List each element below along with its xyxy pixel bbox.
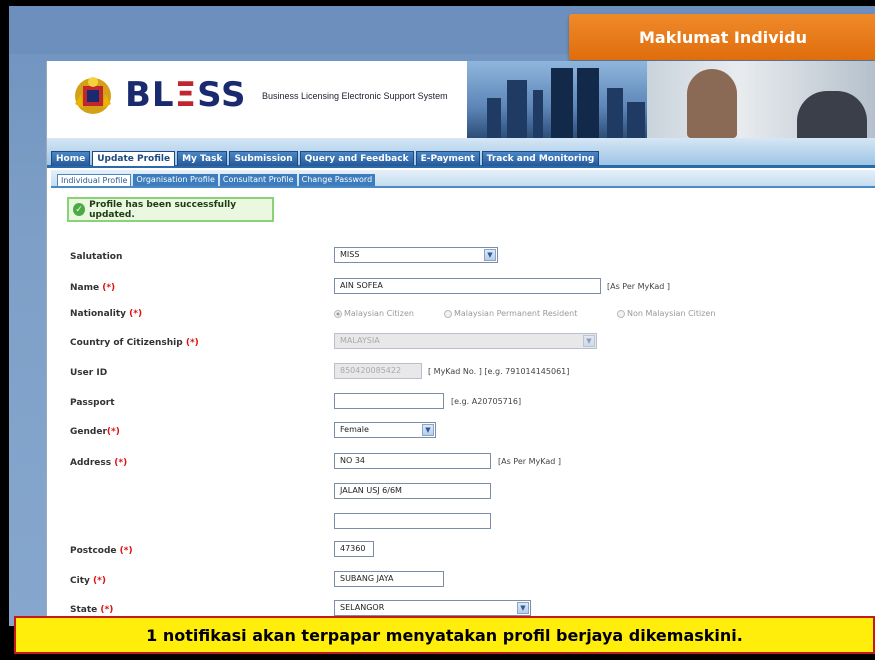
passport-hint: [e.g. A20705716] [451,397,522,406]
sub-nav-bar: Individual Profile Organisation Profile Co… [51,170,875,188]
salutation-label: Salutation [70,252,123,262]
nav-tab-my-task[interactable]: My Task [177,151,228,166]
passport-label: Passport [70,398,115,408]
subnav-tab-change-password[interactable]: Change Password [298,174,376,186]
bless-logo: BLΞSS [125,75,247,115]
subnav-tab-organisation-profile[interactable]: Organisation Profile [133,174,218,186]
country-select[interactable]: MALAYSIA ▼ [334,333,597,349]
radio-permanent-resident[interactable]: Malaysian Permanent Resident [444,309,577,318]
nationality-label: Nationality (*) [70,309,143,319]
chevron-down-icon: ▼ [484,249,496,261]
city-label: City (*) [70,576,106,586]
bless-page: BLΞSS Business Licensing Electronic Supp… [46,61,875,626]
city-input[interactable]: SUBANG JAYA [334,571,444,587]
state-label: State (*) [70,605,114,615]
user-id-input[interactable]: 850420085422 [334,363,422,379]
title-banner: Maklumat Individu [569,14,875,60]
postcode-label: Postcode (*) [70,546,133,556]
gender-select[interactable]: Female ▼ [334,422,436,438]
address-label: Address (*) [70,458,128,468]
radio-icon [444,309,452,318]
state-select[interactable]: SELANGOR ▼ [334,600,531,616]
checkmark-icon: ✓ [73,203,86,216]
nav-tab-home[interactable]: Home [51,151,91,166]
gender-value: Female [340,425,369,434]
slide-background: Maklumat Individu BLΞSS Business Licensi… [9,6,875,626]
nav-tab-track-and-monitoring[interactable]: Track and Monitoring [481,151,600,166]
tagline: Business Licensing Electronic Support Sy… [262,91,448,101]
country-label: Country of Citizenship (*) [70,338,199,348]
nav-tab-query-and-feedback[interactable]: Query and Feedback [299,151,414,166]
chevron-down-icon: ▼ [583,335,595,347]
salutation-value: MISS [340,250,360,259]
radio-malaysian-citizen[interactable]: Malaysian Citizen [334,309,414,318]
name-label: Name (*) [70,283,116,293]
name-input[interactable]: AIN SOFEA [334,278,601,294]
radio-icon [617,309,625,318]
address-line3-input[interactable] [334,513,491,529]
user-id-hint: [ MyKad No. ] [e.g. 791014145061] [428,367,570,376]
nav-tab-update-profile[interactable]: Update Profile [92,151,176,166]
subnav-tab-individual-profile[interactable]: Individual Profile [57,174,132,186]
gender-label: Gender(*) [70,427,120,437]
state-value: SELANGOR [340,603,385,612]
chevron-down-icon: ▼ [517,602,529,614]
nav-tab-submission[interactable]: Submission [229,151,298,166]
name-hint: [As Per MyKad ] [607,282,670,291]
malaysia-crest-icon [75,77,111,114]
site-header: BLΞSS Business Licensing Electronic Supp… [47,61,875,138]
address-line1-input[interactable]: NO 34 [334,453,491,469]
radio-non-malaysian[interactable]: Non Malaysian Citizen [617,309,715,318]
address-hint: [As Per MyKad ] [498,457,561,466]
country-value: MALAYSIA [340,336,380,345]
subnav-tab-consultant-profile[interactable]: Consultant Profile [219,174,297,186]
passport-input[interactable] [334,393,444,409]
caption-banner: 1 notifikasi akan terpapar menyatakan pr… [14,616,875,654]
success-message: Profile has been successfully updated. [89,199,237,220]
nav-tab-e-payment[interactable]: E-Payment [415,151,480,166]
postcode-input[interactable]: 47360 [334,541,374,557]
main-nav-bar: Home Update Profile My Task Submission Query… [47,138,875,168]
business-people-image [647,61,875,138]
user-id-label: User ID [70,368,108,378]
city-skyline-image [467,61,647,138]
salutation-select[interactable]: MISS ▼ [334,247,498,263]
radio-selected-icon [334,309,342,318]
address-line2-input[interactable]: JALAN USJ 6/6M [334,483,491,499]
chevron-down-icon: ▼ [422,424,434,436]
success-notification: ✓ Profile has been successfully updated. [67,197,274,222]
